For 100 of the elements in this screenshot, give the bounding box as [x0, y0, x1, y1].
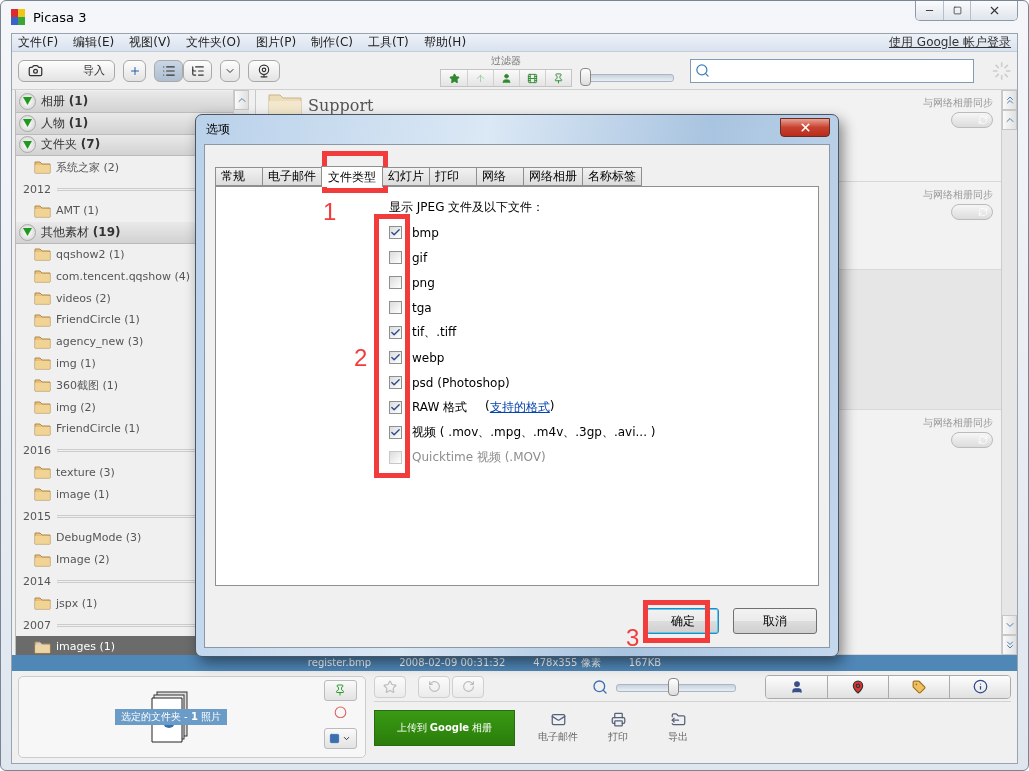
folder-item[interactable]: com.tencent.qqshow (4) — [16, 265, 233, 288]
search-field[interactable] — [690, 58, 974, 83]
import-button[interactable]: 导入 — [18, 59, 116, 82]
album-menu-button[interactable] — [323, 728, 357, 749]
sync-toggle[interactable] — [951, 112, 993, 128]
tab[interactable]: 常规 — [215, 167, 263, 186]
tab[interactable]: 幻灯片 — [382, 167, 430, 186]
circle-icon[interactable] — [333, 705, 347, 719]
folder-item[interactable]: img (1) — [16, 352, 233, 375]
star-button[interactable] — [374, 675, 406, 698]
menu-item[interactable]: 帮助(H) — [423, 34, 467, 51]
webcam-icon — [257, 63, 272, 78]
new-album-button[interactable] — [123, 59, 147, 82]
folder-item[interactable]: agency_new (3) — [16, 330, 233, 353]
sync-toggle[interactable] — [951, 432, 993, 448]
person-filter-button[interactable] — [493, 70, 520, 86]
rotate-right-button[interactable] — [452, 675, 484, 698]
menu-item[interactable]: 工具(T) — [367, 34, 409, 51]
checkbox[interactable] — [389, 376, 402, 389]
info-button[interactable] — [949, 675, 1010, 698]
menu-item[interactable]: 编辑(E) — [73, 34, 115, 51]
scrollbar[interactable] — [1001, 90, 1017, 655]
scroll-bottom-button[interactable] — [1002, 635, 1017, 655]
menu-item[interactable]: 文件夹(O) — [185, 34, 241, 51]
upload-button[interactable]: 上传到 Google 相册 — [374, 710, 515, 746]
folder-item[interactable]: DebugMode (3) — [16, 526, 233, 549]
location-button[interactable] — [827, 675, 888, 698]
scroll-top-button[interactable] — [1002, 90, 1017, 110]
folder-item[interactable]: AMT (1) — [16, 200, 233, 222]
scroll-up-button[interactable] — [1002, 110, 1017, 130]
expand-icon[interactable] — [19, 114, 36, 132]
film-filter-button[interactable] — [519, 70, 546, 86]
folder-icon — [34, 552, 51, 567]
folder-item[interactable]: FriendCircle (1) — [16, 417, 233, 440]
step-number: 2 — [354, 346, 368, 370]
checkbox[interactable] — [389, 301, 402, 314]
formats-link[interactable]: 支持的格式 — [489, 399, 550, 416]
sync-toggle[interactable] — [951, 204, 993, 220]
sign-in-link[interactable]: 使用 Google 帐户登录 — [889, 34, 1011, 51]
folder-icon — [34, 312, 51, 327]
zoom-slider[interactable] — [616, 677, 736, 696]
maximize-icon — [952, 6, 962, 15]
checkbox[interactable] — [389, 326, 402, 339]
folder-item[interactable]: jspx (1) — [16, 592, 233, 615]
tab[interactable]: 电子邮件 — [262, 167, 322, 186]
tab[interactable]: 网络相册 — [523, 167, 583, 186]
folder-item[interactable]: image (1) — [16, 483, 233, 506]
hold-button[interactable] — [323, 680, 357, 701]
people-button[interactable] — [766, 675, 827, 698]
star-filter-button[interactable] — [441, 70, 468, 86]
folder-item[interactable]: qqshow2 (1) — [16, 243, 233, 266]
checkbox-label: tga — [412, 300, 432, 315]
checkbox[interactable] — [389, 401, 402, 414]
scroll-up-button[interactable] — [234, 90, 249, 110]
tab[interactable]: 网络 — [476, 167, 524, 186]
expand-icon[interactable] — [19, 136, 36, 154]
expand-icon[interactable] — [19, 92, 36, 110]
action-button[interactable]: 打印 — [597, 712, 639, 744]
album-group-header[interactable]: 相册 (1) — [16, 91, 233, 113]
folder-item[interactable]: img (2) — [16, 396, 233, 418]
sync-label: 与网络相册同步 — [923, 188, 993, 202]
size-slider[interactable] — [580, 67, 675, 86]
webcam-button[interactable] — [248, 59, 281, 82]
refresh-icon — [978, 115, 988, 125]
folder-item[interactable]: FriendCircle (1) — [16, 308, 233, 331]
checkbox[interactable] — [389, 251, 402, 264]
cancel-button[interactable]: 取消 — [733, 608, 817, 634]
rotate-left-button[interactable] — [418, 675, 450, 698]
checkbox[interactable] — [389, 276, 402, 289]
tab[interactable]: 文件类型 — [321, 166, 383, 187]
close-button[interactable] — [780, 118, 830, 137]
ok-button[interactable]: 确定 — [646, 608, 719, 634]
menu-item[interactable]: 图片(P) — [255, 34, 297, 51]
folder-item[interactable]: 360截图 (1) — [16, 374, 233, 397]
tree-view-button[interactable] — [183, 59, 213, 82]
maximize-button[interactable] — [943, 1, 970, 20]
action-button[interactable]: 导出 — [657, 712, 699, 744]
menu-item[interactable]: 文件(F) — [18, 34, 59, 51]
menu-item[interactable]: 视图(V) — [129, 34, 171, 51]
action-button[interactable]: 电子邮件 — [537, 712, 579, 744]
pin-filter-button[interactable] — [545, 70, 572, 86]
star-icon — [383, 679, 397, 694]
slider-thumb[interactable] — [668, 677, 680, 696]
folder-item[interactable]: Image (2) — [16, 548, 233, 571]
folder-icon — [34, 639, 51, 654]
folder-item[interactable]: videos (2) — [16, 287, 233, 309]
checkbox[interactable] — [389, 426, 402, 439]
dropdown-button[interactable] — [220, 59, 241, 82]
refresh-icon — [978, 207, 988, 217]
checkbox[interactable] — [389, 351, 402, 364]
folder-item[interactable]: texture (3) — [16, 461, 233, 484]
loading-icon — [991, 59, 1011, 82]
scroll-down-button[interactable] — [1002, 615, 1017, 635]
expand-icon[interactable] — [19, 223, 36, 241]
checkbox[interactable] — [389, 226, 402, 239]
tab[interactable]: 打印 — [429, 167, 477, 186]
slider-thumb[interactable] — [580, 67, 592, 86]
tab[interactable]: 名称标签 — [582, 167, 642, 186]
menu-item[interactable]: 制作(C) — [311, 34, 353, 51]
list-view-button[interactable] — [154, 59, 184, 82]
